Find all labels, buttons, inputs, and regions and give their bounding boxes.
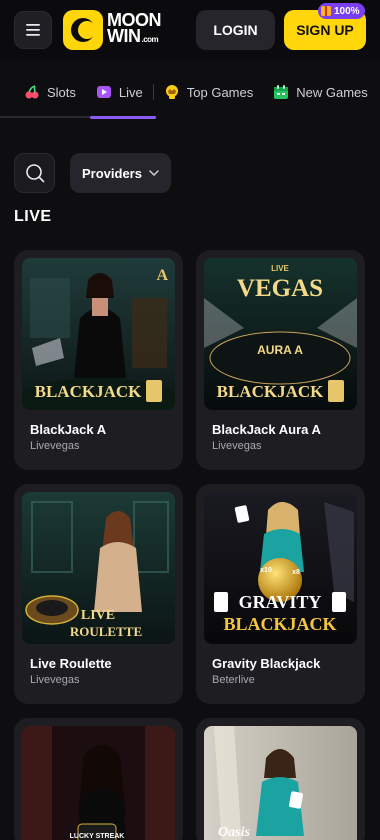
login-button[interactable]: LOGIN [196,10,275,50]
gift-icon [321,6,331,16]
game-provider: Livevegas [212,440,262,452]
art-brand-text: VEGAS [237,275,323,302]
logo-suffix: .com [141,35,159,44]
art-text-2: ROULETTE [70,624,142,639]
moon-logo-icon [63,10,103,50]
game-thumbnail: A BLACKJACK [22,258,175,410]
tab-live[interactable]: Live [86,67,153,117]
game-provider: Livevegas [30,674,80,686]
art-logo-text: BLACKJACK [35,382,143,401]
active-tab-indicator [90,116,156,119]
game-card-oasis[interactable]: Oasis [196,718,365,840]
art-mult-1: x10 [260,567,272,574]
tab-slots-label: Slots [47,84,76,100]
game-title: BlackJack Aura A [212,422,321,437]
tab-new-games-label: New Games [296,84,368,100]
art-text-1: LIVE [81,608,115,623]
game-provider: Beterlive [212,674,255,686]
corner-letter: A [156,267,168,284]
game-title: Live Roulette [30,656,112,671]
art-logo-text: BLACKJACK [217,382,325,401]
art-top-text: LIVE [271,264,289,273]
bonus-badge: 100% [318,3,365,19]
game-thumbnail: Oasis [204,726,357,840]
tab-top-games[interactable]: Top Games [154,67,263,117]
art-text-1: GRAVITY [239,592,322,612]
art-text-2: BLACKJACK [223,614,336,634]
search-button[interactable] [14,153,55,193]
game-thumbnail: LUCKY STREAK [22,726,175,840]
crown-icon [164,84,180,100]
bonus-badge-text: 100% [334,5,360,17]
logo-line-2: WIN [107,26,141,46]
tab-new-games[interactable]: New Games [263,67,378,117]
game-thumbnail: x10 x8 GRAVITY BLACKJACK [204,492,357,644]
cherries-icon [24,84,40,100]
providers-label: Providers [82,165,142,181]
game-card-blackjack-a[interactable]: A BLACKJACK BlackJack A Livevegas [14,250,183,470]
hamburger-icon [26,24,40,36]
art-sub-text: AURA A [257,343,303,357]
section-title: LIVE [14,208,52,225]
game-card-blackjack-aura-a[interactable]: LIVE VEGAS AURA A BLACKJACK BlackJack Au… [196,250,365,470]
top-header: MOON WIN .com LOGIN SIGN UP 100% [0,0,380,60]
game-card-live-roulette[interactable]: LIVE ROULETTE Live Roulette Livevegas [14,484,183,704]
tab-live-label: Live [118,84,143,100]
calendar-icon [273,84,289,100]
tab-slots[interactable]: Slots [0,67,86,117]
game-card-gravity-blackjack[interactable]: x10 x8 GRAVITY BLACKJACK Gravity Blackja… [196,484,365,704]
tab-top-games-label: Top Games [186,84,254,100]
game-thumbnail: LIVE VEGAS AURA A BLACKJACK [204,258,357,410]
game-card-lucky-streak[interactable]: LUCKY STREAK [14,718,183,840]
art-logo-text: LUCKY STREAK [70,833,125,840]
game-title: BlackJack A [30,422,107,437]
game-thumbnail: LIVE ROULETTE [22,492,175,644]
moonwin-logo[interactable]: MOON WIN .com [63,10,175,50]
chevron-down-icon [149,170,159,176]
providers-dropdown[interactable]: Providers [70,153,171,193]
play-icon [96,84,112,100]
game-provider: Livevegas [30,440,80,452]
art-mult-2: x8 [292,569,300,576]
category-tabs: Slots Live Top Games New Games [0,64,380,120]
menu-button[interactable] [14,11,52,49]
game-title: Gravity Blackjack [212,656,321,671]
logo-wordmark: MOON WIN .com [107,11,162,48]
art-logo-text: Oasis [218,825,250,840]
search-icon [25,164,44,183]
